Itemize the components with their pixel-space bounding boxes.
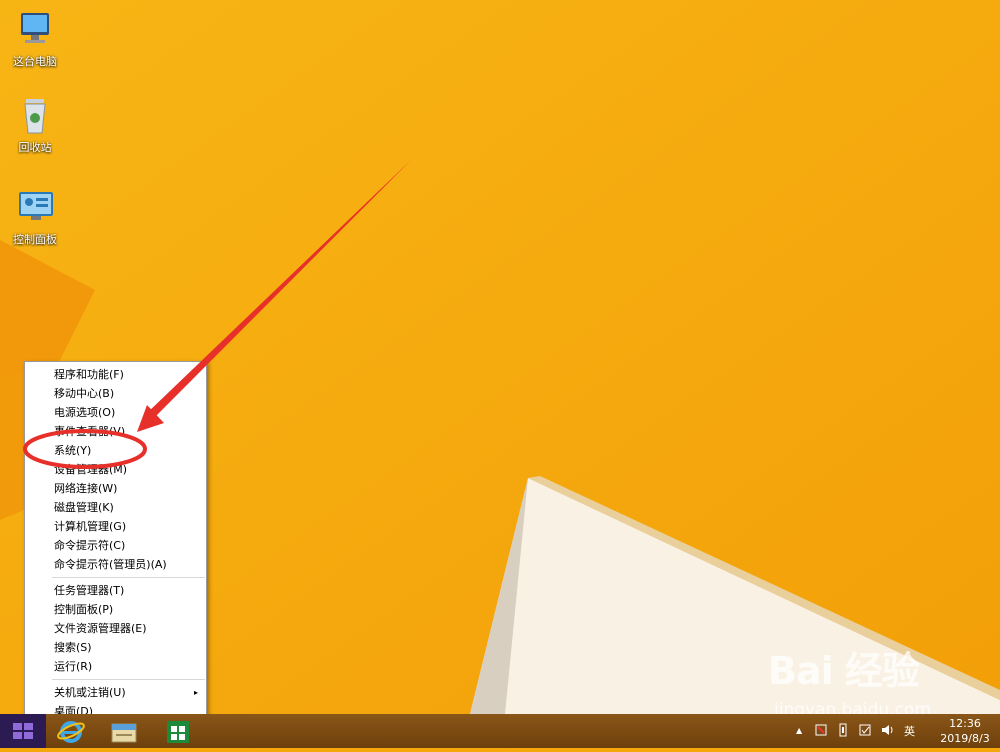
menu-item-shutdown-signout[interactable]: 关机或注销(U) ▸ [25, 683, 206, 702]
taskbar: ▲ 英 12:36 2019/8/3 [0, 714, 1000, 748]
menu-item-desktop[interactable]: 桌面(D) [25, 702, 206, 714]
baidu-watermark: Bai 经验 jingyan.baidu.com [768, 640, 1000, 714]
menu-item-file-explorer[interactable]: 文件资源管理器(E) [25, 619, 206, 638]
menu-item-control-panel[interactable]: 控制面板(P) [25, 600, 206, 619]
ime-indicator[interactable]: 英 [904, 723, 915, 739]
menu-item-programs-features[interactable]: 程序和功能(F) [25, 365, 206, 384]
clock[interactable]: 12:36 2019/8/3 [936, 716, 994, 746]
desktop-icon-this-pc[interactable]: 这台电脑 [0, 10, 70, 69]
menu-item-event-viewer[interactable]: 事件查看器(V) [25, 422, 206, 441]
recycle-bin-icon [13, 96, 57, 136]
volume-icon[interactable] [880, 723, 894, 740]
submenu-arrow-icon: ▸ [193, 688, 198, 697]
menu-item-disk-management[interactable]: 磁盘管理(K) [25, 498, 206, 517]
clock-date: 2019/8/3 [940, 732, 990, 745]
show-hidden-icons-button[interactable]: ▲ [796, 726, 802, 735]
menu-item-task-manager[interactable]: 任务管理器(T) [25, 581, 206, 600]
control-panel-icon [13, 188, 57, 228]
windows-logo-icon [13, 723, 33, 739]
store-icon [167, 721, 189, 743]
file-explorer-icon [111, 723, 137, 743]
desktop-icon-label: 回收站 [18, 141, 52, 154]
taskbar-internet-explorer[interactable] [50, 714, 92, 748]
network-status-icon[interactable] [858, 723, 872, 740]
taskbar-store[interactable] [156, 714, 200, 748]
desktop: 这台电脑 回收站 控制面板 程序和功能(F) 移动中心(B) 电源选项(O) 事… [0, 0, 1000, 714]
desktop-icon-recycle-bin[interactable]: 回收站 [0, 96, 70, 155]
menu-item-label: 关机或注销(U) [54, 686, 126, 699]
desktop-icon-label: 这台电脑 [13, 55, 57, 68]
desktop-icon-control-panel[interactable]: 控制面板 [0, 188, 70, 247]
menu-separator [52, 577, 205, 578]
system-tray: ▲ 英 12:36 2019/8/3 [794, 714, 994, 748]
menu-separator [52, 679, 205, 680]
winx-context-menu: 程序和功能(F) 移动中心(B) 电源选项(O) 事件查看器(V) 系统(Y) … [24, 361, 207, 714]
menu-item-command-prompt-admin[interactable]: 命令提示符(管理员)(A) [25, 555, 206, 574]
internet-explorer-icon [57, 721, 85, 743]
menu-item-search[interactable]: 搜索(S) [25, 638, 206, 657]
menu-item-power-options[interactable]: 电源选项(O) [25, 403, 206, 422]
menu-item-run[interactable]: 运行(R) [25, 657, 206, 676]
computer-icon [13, 10, 57, 50]
start-button[interactable] [0, 714, 46, 748]
menu-item-device-manager[interactable]: 设备管理器(M) [25, 460, 206, 479]
menu-item-mobility-center[interactable]: 移动中心(B) [25, 384, 206, 403]
clock-time: 12:36 [949, 717, 981, 730]
menu-item-command-prompt[interactable]: 命令提示符(C) [25, 536, 206, 555]
watermark-brand: Bai 经验 [768, 649, 920, 693]
network-icon[interactable] [836, 723, 850, 740]
menu-item-system[interactable]: 系统(Y) [25, 441, 206, 460]
action-center-flag-icon[interactable] [814, 723, 828, 740]
taskbar-file-explorer[interactable] [102, 714, 146, 748]
desktop-icon-label: 控制面板 [13, 233, 57, 246]
menu-item-computer-management[interactable]: 计算机管理(G) [25, 517, 206, 536]
menu-item-network-connections[interactable]: 网络连接(W) [25, 479, 206, 498]
watermark-url: jingyan.baidu.com [774, 700, 931, 714]
